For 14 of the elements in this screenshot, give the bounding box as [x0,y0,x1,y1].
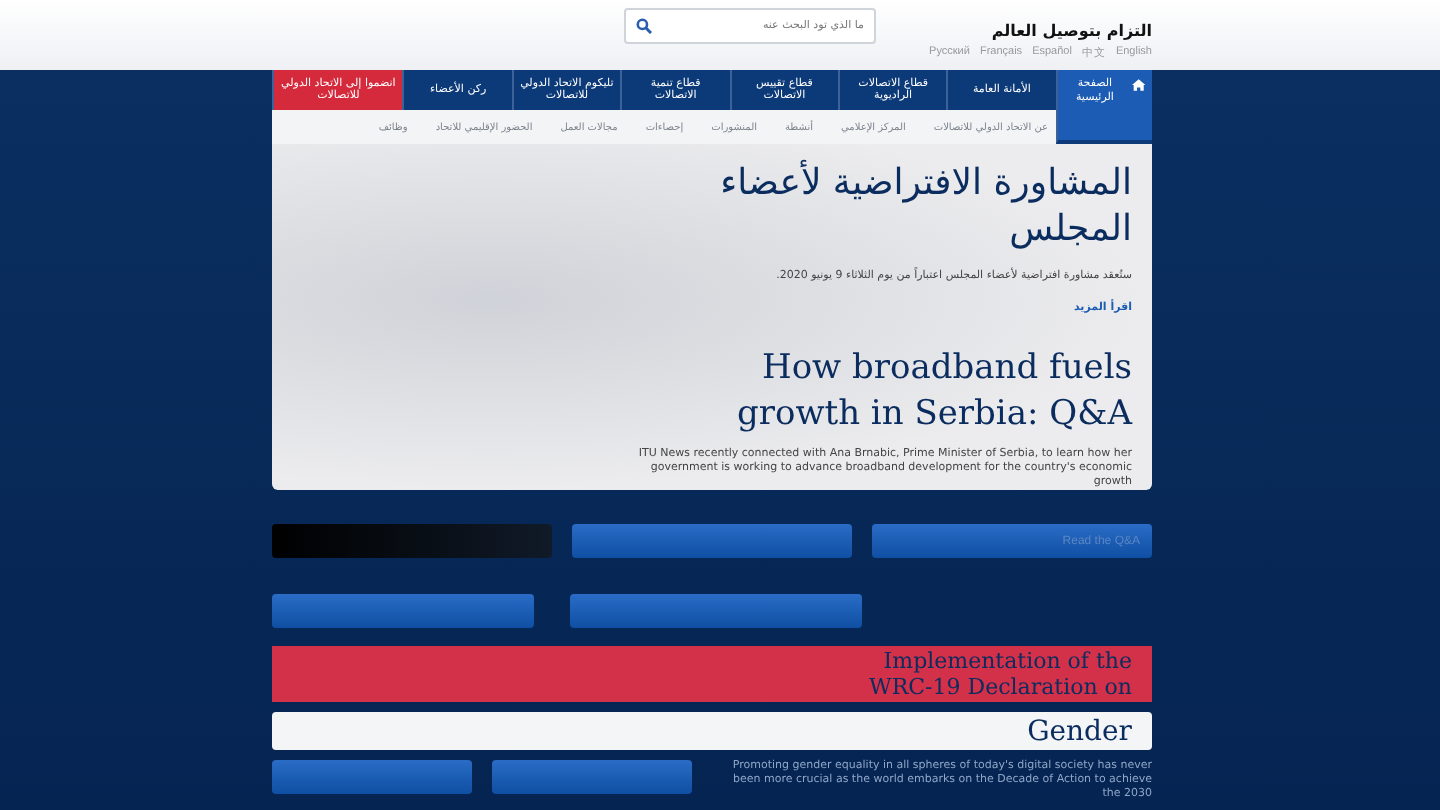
search-icon[interactable] [636,18,652,34]
blank-button[interactable] [272,760,472,794]
home-icon [1132,78,1146,92]
site-tagline: التزام بتوصيل العالم [991,22,1152,40]
blank-button[interactable] [570,594,862,628]
news-headline[interactable]: How broadband fuels growth in Serbia: Q&A [652,346,1132,438]
blank-button[interactable] [272,524,552,558]
blank-button[interactable] [272,594,534,628]
feature-title[interactable]: WRC-19 Declaration on [869,674,1132,700]
news-headline[interactable]: المشاورة الافتراضية لأعضاء المجلس [712,160,1132,252]
blank-button[interactable] [572,524,852,558]
feature-title[interactable]: Implementation of the [883,648,1132,674]
feature-title[interactable]: Gender [1027,715,1132,747]
blank-button[interactable] [492,760,692,794]
